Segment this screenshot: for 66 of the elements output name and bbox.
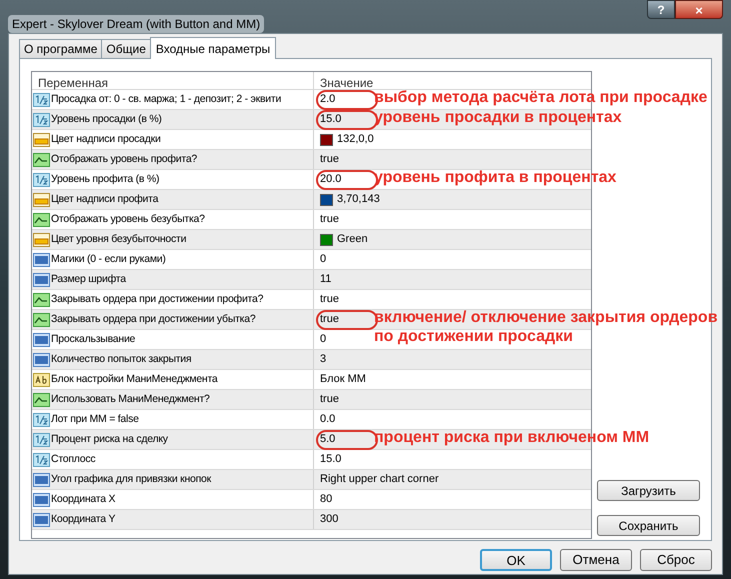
column-header[interactable]: Переменная bbox=[32, 72, 314, 89]
parameter-name: Цвет надписи просадки bbox=[51, 132, 161, 147]
toggle-chart-icon bbox=[33, 152, 50, 166]
parameter-name: Уровень профита (в %) bbox=[51, 172, 160, 187]
parameter-value[interactable]: Блок ММ bbox=[320, 371, 366, 388]
window-title: Expert - Skylover Dream (with Button and MM) bbox=[8, 15, 264, 33]
parameter-name: Проскальзывание bbox=[51, 332, 136, 347]
parameter-value[interactable]: 3 bbox=[320, 351, 326, 368]
parameter-value[interactable]: 132,0,0 bbox=[337, 131, 374, 148]
fraction-icon bbox=[33, 452, 50, 466]
parameter-name: Процент риска на сделку bbox=[51, 432, 168, 447]
toggle-chart-icon bbox=[33, 212, 50, 226]
parameter-value[interactable]: true bbox=[320, 151, 339, 168]
parameter-value[interactable]: 3,70,143 bbox=[337, 191, 380, 208]
parameter-name: Координата Y bbox=[51, 512, 116, 527]
parameter-value[interactable]: true bbox=[320, 391, 339, 408]
fraction-icon bbox=[33, 432, 50, 446]
parameter-name: Цвет надписи профита bbox=[51, 192, 158, 207]
fraction-icon bbox=[33, 92, 50, 106]
toggle-chart-icon bbox=[33, 392, 50, 406]
fraction-icon bbox=[33, 412, 50, 426]
dialog-button[interactable]: Сброс bbox=[640, 549, 712, 571]
column-header[interactable]: Значение bbox=[314, 72, 591, 89]
side-button[interactable]: Загрузить bbox=[597, 480, 700, 501]
parameter-value[interactable]: Green bbox=[337, 231, 368, 248]
parameter-value[interactable]: 0.0 bbox=[320, 411, 336, 428]
side-button[interactable]: Сохранить bbox=[597, 515, 700, 536]
tab[interactable]: Общие bbox=[101, 39, 151, 58]
toggle-chart-icon bbox=[33, 292, 50, 306]
parameter-value[interactable]: true bbox=[320, 291, 339, 308]
parameter-value[interactable]: true bbox=[320, 211, 339, 228]
dialog-button[interactable]: OK bbox=[480, 549, 552, 571]
parameter-value[interactable]: 80 bbox=[320, 491, 332, 508]
tab[interactable]: Входные параметры bbox=[150, 37, 276, 59]
parameter-name: Координата X bbox=[51, 492, 116, 507]
close-button[interactable]: × bbox=[675, 0, 723, 19]
parameter-value[interactable]: 0 bbox=[320, 331, 326, 348]
tab[interactable]: О программе bbox=[19, 39, 102, 58]
parameter-name: Размер шрифта bbox=[51, 272, 126, 287]
parameter-name: Цвет уровня безубыточности bbox=[51, 232, 186, 247]
parameter-value[interactable]: 11 bbox=[320, 271, 332, 288]
parameter-name: Отображать уровень профита? bbox=[51, 152, 198, 167]
fraction-icon bbox=[33, 172, 50, 186]
parameter-name: Стоплосс bbox=[51, 452, 96, 467]
toggle-chart-icon bbox=[33, 312, 50, 326]
parameter-value[interactable]: Right upper chart corner bbox=[320, 471, 439, 488]
parameter-name: Угол графика для привязки кнопок bbox=[51, 472, 211, 487]
parameter-name: Закрывать ордера при достижении профита? bbox=[51, 292, 264, 307]
parameter-name: Закрывать ордера при достижении убытка? bbox=[51, 312, 256, 327]
palette-icon bbox=[33, 232, 50, 246]
parameter-value[interactable]: 15.0 bbox=[320, 451, 342, 468]
parameter-value[interactable]: 0 bbox=[320, 251, 326, 268]
parameter-name: Отображать уровень безубытка? bbox=[51, 212, 205, 227]
parameter-name: Просадка от: 0 - св. маржа; 1 - депозит; 2 - эквити bbox=[51, 92, 282, 107]
palette-icon bbox=[33, 192, 50, 206]
parameter-name: Уровень просадки (в %) bbox=[51, 112, 162, 127]
dialog-button[interactable]: Отмена bbox=[560, 549, 632, 571]
parameter-name: Магики (0 - если руками) bbox=[51, 252, 166, 267]
fraction-icon bbox=[33, 112, 50, 126]
parameter-name: Количество попыток закрытия bbox=[51, 352, 192, 367]
parameter-name: Блок настройки МаниМенеджмента bbox=[51, 372, 218, 387]
palette-icon bbox=[33, 132, 50, 146]
text-icon bbox=[33, 372, 50, 386]
parameter-name: Использовать МаниМенеджмент? bbox=[51, 392, 210, 407]
parameter-name: Лот при ММ = false bbox=[51, 412, 139, 427]
parameter-value[interactable]: 300 bbox=[320, 511, 338, 528]
